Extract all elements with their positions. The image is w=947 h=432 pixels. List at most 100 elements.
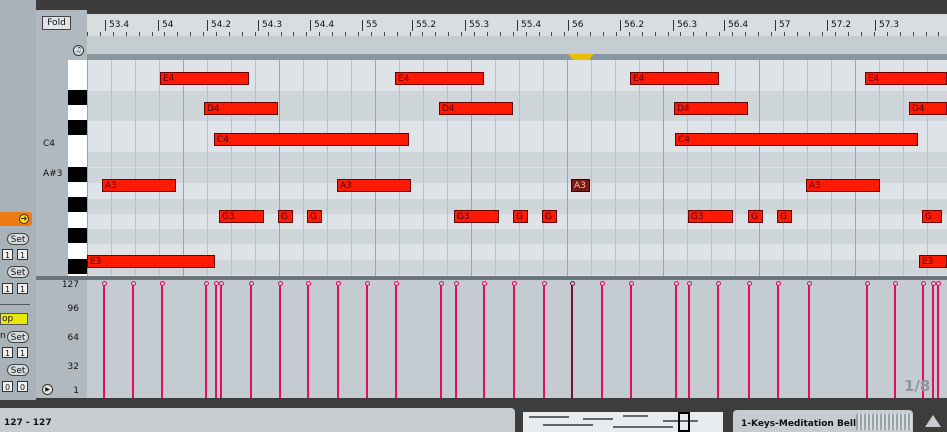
velocity-handle[interactable] xyxy=(686,281,692,286)
numbox-6[interactable]: 1 xyxy=(17,347,28,358)
velocity-handle[interactable] xyxy=(213,281,219,286)
piano-keyboard[interactable] xyxy=(68,60,87,276)
midi-note[interactable]: D4 xyxy=(439,102,513,115)
velocity-stem[interactable] xyxy=(161,284,163,398)
midi-note[interactable]: E4 xyxy=(395,72,484,85)
midi-note[interactable]: E4 xyxy=(865,72,947,85)
velocity-handle[interactable] xyxy=(218,281,224,286)
velocity-handle[interactable] xyxy=(569,281,575,286)
black-key[interactable] xyxy=(68,259,87,274)
velocity-handle[interactable] xyxy=(203,281,209,286)
velocity-stem[interactable] xyxy=(688,284,690,398)
velocity-stem[interactable] xyxy=(866,284,868,398)
velocity-handle[interactable] xyxy=(248,281,254,286)
midi-note[interactable]: G xyxy=(748,210,763,223)
velocity-stem[interactable] xyxy=(571,284,573,398)
velocity-stem[interactable] xyxy=(932,284,934,398)
midi-note[interactable]: G xyxy=(542,210,557,223)
midi-note[interactable]: A3 xyxy=(102,179,176,192)
launch-arrow-button[interactable]: ➔ xyxy=(0,212,32,226)
velocity-handle[interactable] xyxy=(305,281,311,286)
midi-note[interactable]: A3 xyxy=(806,179,880,192)
midi-note[interactable]: G xyxy=(278,210,293,223)
velocity-handle[interactable] xyxy=(453,281,459,286)
velocity-handle[interactable] xyxy=(746,281,752,286)
velocity-handle[interactable] xyxy=(775,281,781,286)
numbox-8[interactable]: 0 xyxy=(17,381,28,392)
note-grid[interactable]: E4 E4 E4 E4 D4 D4 D4 D4 C4 C4 A3 A3 A3 A3 G3 G G G3 G G G3 G G… xyxy=(87,60,947,276)
velocity-handle[interactable] xyxy=(920,281,926,286)
velocity-stem[interactable] xyxy=(366,284,368,398)
set-button-3[interactable]: Set xyxy=(7,331,29,343)
velocity-handle[interactable] xyxy=(541,281,547,286)
midi-note[interactable]: E3 xyxy=(87,255,215,268)
velocity-stem[interactable] xyxy=(220,284,222,398)
preview-headphone-icon[interactable]: ♫ xyxy=(73,45,84,56)
velocity-stem[interactable] xyxy=(748,284,750,398)
velocity-handle[interactable] xyxy=(438,281,444,286)
velocity-handle[interactable] xyxy=(673,281,679,286)
velocity-handle[interactable] xyxy=(335,281,341,286)
velocity-stem[interactable] xyxy=(601,284,603,398)
velocity-handle[interactable] xyxy=(806,281,812,286)
numbox-4[interactable]: 1 xyxy=(17,283,28,294)
overview-window[interactable] xyxy=(678,412,690,432)
velocity-stem[interactable] xyxy=(777,284,779,398)
midi-note[interactable]: E4 xyxy=(630,72,719,85)
clip-overview[interactable] xyxy=(523,412,723,432)
velocity-handle[interactable] xyxy=(481,281,487,286)
midi-note[interactable]: A3 xyxy=(571,179,590,192)
play-preview-icon[interactable]: ▶ xyxy=(42,384,53,395)
numbox-5[interactable]: 1 xyxy=(2,347,13,358)
velocity-stem[interactable] xyxy=(543,284,545,398)
midi-note[interactable]: C4 xyxy=(214,133,409,146)
velocity-lane[interactable] xyxy=(87,280,947,398)
velocity-stem[interactable] xyxy=(483,284,485,398)
numbox-3[interactable]: 1 xyxy=(2,283,13,294)
numbox-1[interactable]: 1 xyxy=(2,249,13,260)
velocity-handle[interactable] xyxy=(511,281,517,286)
midi-note[interactable]: D4 xyxy=(674,102,748,115)
velocity-stem[interactable] xyxy=(205,284,207,398)
velocity-handle[interactable] xyxy=(930,281,936,286)
velocity-stem[interactable] xyxy=(132,284,134,398)
black-key[interactable] xyxy=(68,90,87,105)
velocity-stem[interactable] xyxy=(717,284,719,398)
black-key[interactable] xyxy=(68,167,87,182)
set-button-1[interactable]: Set xyxy=(7,233,29,245)
velocity-handle[interactable] xyxy=(159,281,165,286)
midi-note[interactable]: G xyxy=(513,210,528,223)
midi-note[interactable]: A3 xyxy=(337,179,411,192)
velocity-handle[interactable] xyxy=(892,281,898,286)
midi-note[interactable]: G3 xyxy=(219,210,264,223)
velocity-stem[interactable] xyxy=(103,284,105,398)
midi-note[interactable]: E4 xyxy=(160,72,249,85)
velocity-handle[interactable] xyxy=(935,281,941,286)
numbox-2[interactable]: 1 xyxy=(17,249,28,260)
midi-note[interactable]: C4 xyxy=(675,133,918,146)
numbox-7[interactable]: 0 xyxy=(2,381,13,392)
velocity-handle[interactable] xyxy=(864,281,870,286)
velocity-stem[interactable] xyxy=(513,284,515,398)
velocity-stem[interactable] xyxy=(215,284,217,398)
midi-note[interactable]: E3 xyxy=(919,255,947,268)
midi-note[interactable]: G xyxy=(777,210,792,223)
velocity-stem[interactable] xyxy=(630,284,632,398)
velocity-handle[interactable] xyxy=(599,281,605,286)
midi-note[interactable]: D4 xyxy=(909,102,947,115)
black-key[interactable] xyxy=(68,228,87,243)
velocity-stem[interactable] xyxy=(675,284,677,398)
black-key[interactable] xyxy=(68,120,87,135)
velocity-stem[interactable] xyxy=(937,284,939,398)
midi-note[interactable]: D4 xyxy=(204,102,278,115)
velocity-stem[interactable] xyxy=(894,284,896,398)
velocity-stem[interactable] xyxy=(307,284,309,398)
set-button-2[interactable]: Set xyxy=(7,266,29,278)
fold-button[interactable]: Fold xyxy=(42,16,71,30)
velocity-stem[interactable] xyxy=(250,284,252,398)
midi-note[interactable]: G xyxy=(922,210,942,223)
velocity-stem[interactable] xyxy=(455,284,457,398)
velocity-stem[interactable] xyxy=(808,284,810,398)
velocity-handle[interactable] xyxy=(393,281,399,286)
midi-note[interactable]: G3 xyxy=(688,210,733,223)
